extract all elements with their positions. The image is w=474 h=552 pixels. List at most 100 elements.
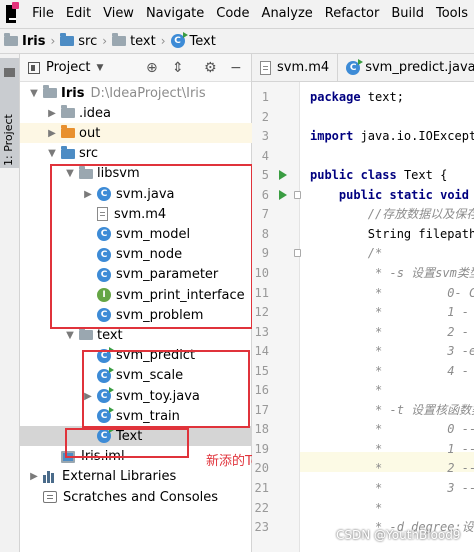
tree-item-out[interactable]: ▶ out bbox=[20, 123, 252, 144]
chevron-down-icon[interactable]: ▼ bbox=[64, 168, 76, 179]
code-line: * 4 - bbox=[310, 363, 469, 378]
menu-edit[interactable]: Edit bbox=[60, 0, 97, 28]
code-keyword: import bbox=[310, 129, 354, 144]
folder-icon bbox=[43, 85, 57, 98]
minimize-icon[interactable]: − bbox=[230, 60, 242, 76]
line-number: 6 bbox=[261, 187, 269, 202]
code-line: //存放数据以及保存 bbox=[310, 207, 474, 222]
project-tool-window-tab[interactable]: 1: Project bbox=[0, 58, 19, 168]
class-icon: C bbox=[97, 247, 111, 262]
left-tool-stripe: 1: Project bbox=[0, 54, 20, 552]
tree-item-svm-predict[interactable]: Csvm_predict bbox=[20, 346, 252, 366]
code-line: * 2 - bbox=[310, 324, 469, 339]
tree-item-svm-model[interactable]: Csvm_model bbox=[20, 224, 252, 244]
chevron-right-icon[interactable]: ▶ bbox=[82, 391, 94, 402]
code-line: * -t 设置核函数类 bbox=[310, 402, 474, 417]
tree-item-label: svm_scale bbox=[116, 368, 184, 384]
menu-analyze[interactable]: Analyze bbox=[256, 0, 319, 28]
project-panel: Project ▼ ⊕ ⇕ ⚙ − ▼ Iris D:\IdeaProject\Ir… bbox=[20, 54, 253, 552]
tree-item-svm-train[interactable]: Csvm_train bbox=[20, 406, 252, 426]
chevron-right-icon: › bbox=[160, 34, 166, 48]
line-number: 11 bbox=[254, 285, 269, 300]
chevron-right-icon[interactable]: ▶ bbox=[46, 108, 58, 119]
breadcrumb-item-class[interactable]: C Text bbox=[170, 32, 216, 49]
code-line: /* bbox=[310, 246, 383, 261]
collapse-icon[interactable]: ⇕ bbox=[172, 60, 184, 76]
chevron-down-icon[interactable]: ▼ bbox=[64, 330, 76, 341]
tree-item-external-libraries[interactable]: ▶ External Libraries bbox=[20, 467, 252, 487]
runnable-class-icon: C bbox=[97, 346, 114, 363]
line-number: 14 bbox=[254, 344, 269, 359]
line-number: 23 bbox=[254, 520, 269, 535]
folder-icon bbox=[4, 33, 18, 46]
tree-item-text[interactable]: ▼ text bbox=[20, 325, 252, 345]
code-line: * -s 设置svm类型 bbox=[310, 265, 474, 280]
tree-item-label: .idea bbox=[79, 105, 111, 121]
project-path: D:\IdeaProject\Iris bbox=[90, 85, 206, 101]
menu-code[interactable]: Code bbox=[210, 0, 255, 28]
code-line: * 3 -e bbox=[310, 344, 474, 359]
project-view-selector[interactable]: Project ▼ bbox=[28, 60, 103, 75]
fold-icon[interactable] bbox=[294, 249, 301, 258]
tree-item-svm-parameter[interactable]: Csvm_parameter bbox=[20, 265, 252, 285]
tree-item-label: svm.m4 bbox=[114, 206, 167, 222]
tree-item-label: src bbox=[79, 146, 98, 162]
code-line: package text; bbox=[310, 90, 404, 104]
menu-refactor[interactable]: Refactor bbox=[319, 0, 386, 28]
interface-icon: I bbox=[97, 288, 111, 302]
code-line: * bbox=[310, 500, 383, 515]
tree-item-scratches-and-consoles[interactable]: Scratches and Consoles bbox=[20, 487, 252, 507]
tree-item-src[interactable]: ▼ src bbox=[20, 144, 252, 164]
line-number: 12 bbox=[254, 305, 269, 320]
chevron-right-icon[interactable]: ▶ bbox=[28, 471, 40, 482]
tree-item-label: out bbox=[79, 125, 101, 141]
chevron-right-icon[interactable]: ▶ bbox=[46, 128, 58, 139]
run-gutter-icon[interactable] bbox=[279, 170, 287, 181]
tree-item-label: svm_print_interface bbox=[116, 287, 245, 303]
line-number-gutter[interactable]: 1 2 3 4 5 6 7 8 9 10 11 12 13 14 15 16 17 18 19 20 21 22 23 bbox=[252, 82, 301, 552]
tree-item-label: svm_toy.java bbox=[116, 388, 200, 404]
menu-build[interactable]: Build bbox=[385, 0, 430, 28]
tree-item-label: svm_predict bbox=[116, 348, 196, 364]
menu-file[interactable]: File bbox=[26, 0, 60, 28]
tree-item-svm-scale[interactable]: Csvm_scale bbox=[20, 366, 252, 386]
gear-icon[interactable]: ⚙ bbox=[204, 60, 217, 76]
line-number: 5 bbox=[261, 168, 269, 183]
tree-item-svm-java[interactable]: ▶ Csvm.java bbox=[20, 184, 252, 204]
tree-item-svm-print-interface[interactable]: Isvm_print_interface bbox=[20, 285, 252, 305]
tree-item-text[interactable]: C Text bbox=[20, 426, 252, 447]
menu-bar: File Edit View Navigate Code Analyze Refactor B… bbox=[0, 0, 474, 28]
line-number: 2 bbox=[261, 109, 269, 124]
library-bar bbox=[51, 472, 54, 483]
breadcrumb-item-project[interactable]: Iris bbox=[4, 33, 45, 49]
tree-item-label: Iris.iml bbox=[81, 449, 125, 465]
tree-item-idea[interactable]: ▶ .idea bbox=[20, 103, 252, 123]
fold-icon[interactable] bbox=[294, 190, 301, 199]
tree-item-svm-problem[interactable]: Csvm_problem bbox=[20, 305, 252, 325]
line-number: 20 bbox=[254, 461, 269, 476]
menu-navigate[interactable]: Navigate bbox=[140, 0, 210, 28]
tree-item-svm-m4[interactable]: svm.m4 bbox=[20, 204, 252, 224]
chevron-down-icon[interactable]: ▼ bbox=[28, 88, 40, 99]
tree-item-label: Scratches and Consoles bbox=[63, 489, 219, 505]
tree-item-svm-node[interactable]: Csvm_node bbox=[20, 245, 252, 265]
code-line: import java.io.IOExcepti bbox=[310, 129, 474, 144]
target-icon[interactable]: ⊕ bbox=[146, 60, 158, 76]
tab-svm-m4[interactable]: svm.m4 bbox=[252, 54, 339, 81]
tree-item-iris[interactable]: ▼ Iris D:\IdeaProject\Iris bbox=[20, 83, 252, 103]
run-gutter-icon[interactable] bbox=[279, 189, 287, 200]
tree-item-svm-toy-java[interactable]: ▶ Csvm_toy.java bbox=[20, 386, 252, 406]
menu-tools[interactable]: Tools bbox=[430, 0, 474, 28]
code-line: * 3 -- bbox=[310, 481, 474, 495]
code-area[interactable]: package text; import java.io.IOExcepti pub… bbox=[310, 82, 474, 552]
line-number: 18 bbox=[254, 422, 269, 437]
breadcrumb-item-src[interactable]: src bbox=[60, 33, 97, 49]
chevron-right-icon[interactable]: ▶ bbox=[82, 189, 94, 200]
tree-item-libsvm[interactable]: ▼ libsvm bbox=[20, 164, 252, 184]
tab-svm-predict[interactable]: C svm_predict.java bbox=[338, 54, 474, 81]
tree-item-label: libsvm bbox=[97, 166, 140, 182]
scratches-icon bbox=[43, 491, 57, 503]
menu-view[interactable]: View bbox=[97, 0, 140, 28]
breadcrumb-item-package[interactable]: text bbox=[112, 33, 156, 49]
chevron-down-icon[interactable]: ▼ bbox=[46, 148, 58, 159]
